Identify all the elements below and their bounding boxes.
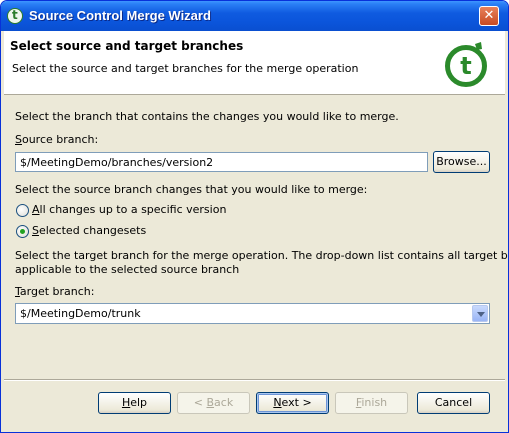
back-button[interactable]: < Back [177, 392, 250, 414]
selected-changesets-radio[interactable] [16, 225, 29, 238]
merge-wizard-window: Source Control Merge Wizard ✕ Select sou… [0, 0, 509, 433]
source-branch-label: Source branch: [15, 133, 99, 146]
window-title: Source Control Merge Wizard [29, 8, 211, 23]
target-branch-value: $/MeetingDemo/trunk [20, 307, 141, 320]
page-subtitle: Select the source and target branches fo… [12, 62, 359, 75]
app-icon [7, 8, 23, 24]
target-instruction-line2: applicable to the selected source branch [15, 263, 240, 276]
footer-divider [4, 379, 505, 381]
browse-button[interactable]: Browse... [433, 151, 490, 173]
source-branch-input[interactable]: $/MeetingDemo/branches/version2 [15, 152, 428, 172]
all-changes-label[interactable]: All changes up to a specific version [32, 203, 226, 216]
source-instruction: Select the branch that contains the chan… [15, 110, 399, 123]
target-instruction-line1: Select the target branch for the merge o… [15, 249, 509, 262]
finish-button[interactable]: Finish [335, 392, 408, 414]
target-branch-label: Target branch: [15, 285, 95, 298]
changes-instruction: Select the source branch changes that yo… [15, 183, 368, 196]
cancel-button[interactable]: Cancel [417, 392, 490, 414]
title-bar[interactable]: Source Control Merge Wizard ✕ [1, 1, 508, 31]
help-button[interactable]: Help [98, 392, 171, 414]
wizard-header: Select source and target branches Select… [4, 31, 505, 95]
selected-changesets-label[interactable]: Selected changesets [32, 224, 146, 237]
page-title: Select source and target branches [10, 39, 244, 53]
team-foundation-logo-icon: t [445, 42, 487, 87]
close-button[interactable]: ✕ [479, 6, 499, 26]
all-changes-radio[interactable] [16, 204, 29, 217]
next-button[interactable]: Next > [256, 392, 329, 414]
svg-text:t: t [460, 52, 471, 80]
chevron-down-icon[interactable] [472, 305, 488, 322]
target-branch-select[interactable]: $/MeetingDemo/trunk [15, 303, 490, 324]
